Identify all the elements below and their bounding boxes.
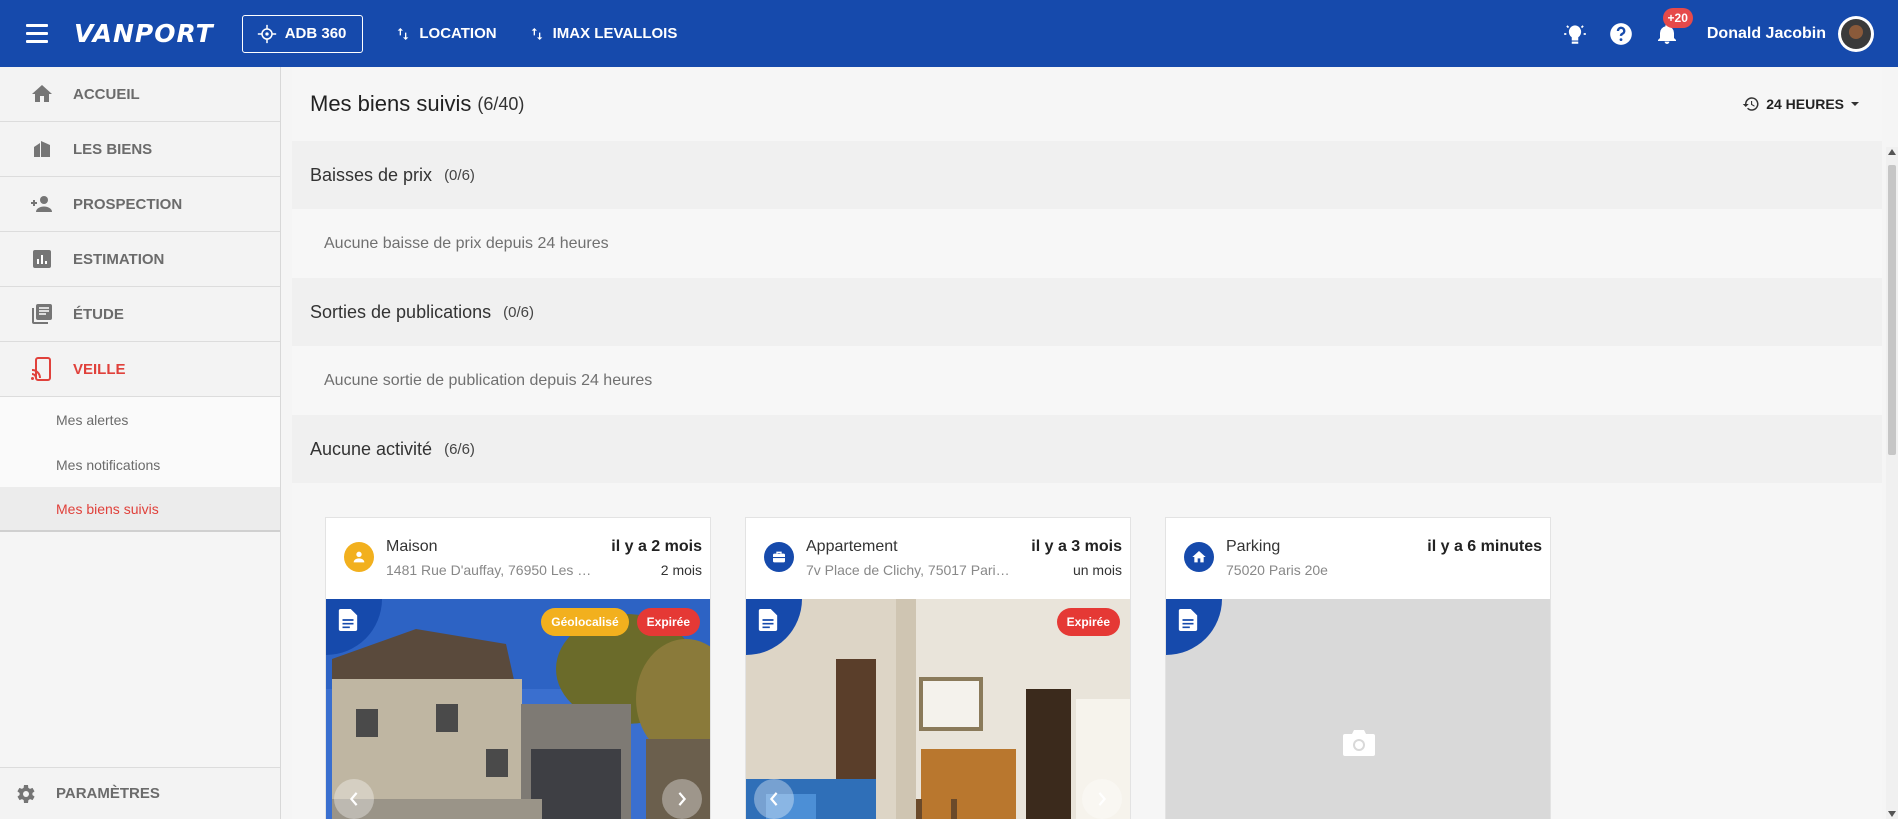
- property-duration: un mois: [1072, 562, 1122, 578]
- expired-badge: Expirée: [1056, 608, 1120, 636]
- notification-count-badge: +20: [1662, 7, 1693, 28]
- swap-vertical-icon: [531, 27, 542, 40]
- chevron-right-icon[interactable]: [1082, 779, 1122, 819]
- agency-button[interactable]: IMAX LEVALLOIS: [529, 25, 678, 42]
- section-count: (0/6): [503, 303, 534, 321]
- person-icon: [344, 542, 374, 572]
- chevron-left-icon[interactable]: [334, 779, 374, 819]
- page-title: Mes biens suivis: [310, 91, 472, 116]
- property-tags: Expirée: [1056, 608, 1120, 636]
- veille-submenu: Mes alertes Mes notifications Mes biens …: [0, 397, 280, 532]
- property-time: il y a 6 minutes: [1427, 538, 1542, 555]
- section-header-baisses-de-prix: Baisses de prix (0/6): [292, 141, 1882, 209]
- sidebar-item-label: VEILLE: [73, 360, 126, 378]
- section-count: (6/6): [444, 440, 475, 458]
- app-logo[interactable]: VANPORT: [74, 19, 214, 48]
- empty-message: Aucune baisse de prix depuis 24 heures: [292, 209, 1882, 278]
- adb-360-label: ADB 360: [284, 25, 347, 42]
- sidebar-item-les-biens[interactable]: LES BIENS: [0, 122, 280, 177]
- property-time: il y a 2 mois: [611, 538, 702, 555]
- scroll-down-arrow[interactable]: [1888, 811, 1896, 817]
- help-icon[interactable]: [1607, 20, 1635, 48]
- property-card-parking[interactable]: Parking il y a 6 minutes 75020 Paris 20e: [1165, 517, 1551, 819]
- property-photo-placeholder: [1166, 599, 1550, 819]
- page-count: (6/40): [477, 93, 525, 114]
- submenu-item-mes-biens-suivis[interactable]: Mes biens suivis: [0, 487, 280, 532]
- main-content: Mes biens suivis (6/40) 24 HEURES Baisse…: [292, 67, 1882, 819]
- chevron-left-icon[interactable]: [754, 779, 794, 819]
- sidebar-item-label: ESTIMATION: [73, 250, 165, 268]
- expired-badge: Expirée: [636, 608, 700, 636]
- empty-message: Aucune sortie de publication depuis 24 h…: [292, 346, 1882, 415]
- property-type: Maison: [386, 538, 438, 555]
- gear-icon: [12, 781, 38, 807]
- sidebar-item-label: ÉTUDE: [73, 305, 124, 323]
- sidebar-item-label: PARAMÈTRES: [56, 785, 160, 802]
- sidebar-item-accueil[interactable]: ACCUEIL: [0, 67, 280, 122]
- property-card-appartement[interactable]: Appartement il y a 3 mois 7v Place de Cl…: [745, 517, 1131, 819]
- home-icon: [29, 81, 55, 107]
- adb-360-button[interactable]: ADB 360: [241, 14, 364, 53]
- camera-icon: [1342, 728, 1376, 763]
- property-card-maison[interactable]: Maison il y a 2 mois 1481 Rue D'auffay, …: [325, 517, 711, 819]
- property-cards: Maison il y a 2 mois 1481 Rue D'auffay, …: [325, 517, 1551, 819]
- location-button[interactable]: LOCATION: [395, 25, 497, 42]
- sidebar: ACCUEIL LES BIENS PROSPECTION ESTIMATION…: [0, 67, 281, 819]
- swap-vertical-icon: [398, 27, 409, 40]
- sidebar-item-label: LES BIENS: [73, 140, 153, 158]
- property-tags: Géolocalisé Expirée: [541, 608, 700, 636]
- period-label: 24 HEURES: [1766, 96, 1844, 112]
- property-time: il y a 3 mois: [1031, 538, 1122, 555]
- hamburger-menu-icon[interactable]: [26, 20, 54, 48]
- section-title: Baisses de prix: [310, 164, 433, 185]
- caret-down-icon: [1851, 102, 1859, 106]
- sidebar-item-label: PROSPECTION: [73, 195, 183, 213]
- agency-label: IMAX LEVALLOIS: [552, 25, 678, 42]
- sidebar-item-estimation[interactable]: ESTIMATION: [0, 232, 280, 287]
- scroll-thumb[interactable]: [1888, 165, 1896, 455]
- history-icon: [1742, 97, 1759, 111]
- property-type: Appartement: [806, 538, 898, 555]
- avatar[interactable]: [1838, 15, 1874, 52]
- chart-icon: [29, 246, 55, 272]
- submenu-item-mes-notifications[interactable]: Mes notifications: [0, 442, 280, 487]
- section-header-sorties-de-publications: Sorties de publications (0/6): [292, 278, 1882, 346]
- cast-icon: [29, 356, 55, 382]
- sidebar-item-parametres[interactable]: PARAMÈTRES: [0, 767, 280, 819]
- notifications-bell-icon[interactable]: +20: [1653, 7, 1693, 48]
- sidebar-item-veille[interactable]: VEILLE: [0, 342, 280, 397]
- lightbulb-icon[interactable]: [1561, 20, 1589, 48]
- person-add-icon: [29, 191, 55, 217]
- sidebar-item-label: ACCUEIL: [73, 85, 140, 103]
- property-duration: 2 mois: [660, 562, 702, 578]
- property-address: 1481 Rue D'auffay, 76950 Les …: [386, 562, 592, 578]
- property-type: Parking: [1226, 538, 1281, 555]
- top-bar: VANPORT ADB 360 LOCATION IMAX LEVALLOIS …: [0, 0, 1898, 67]
- section-title: Aucune activité: [310, 438, 433, 459]
- vertical-scrollbar[interactable]: [1886, 147, 1898, 819]
- section-header-aucune-activite: Aucune activité (6/6): [292, 415, 1882, 483]
- target-icon: [257, 24, 276, 43]
- period-dropdown[interactable]: 24 HEURES: [1742, 95, 1860, 113]
- geolocated-badge: Géolocalisé: [541, 608, 629, 636]
- location-label: LOCATION: [419, 25, 497, 42]
- property-address: 7v Place de Clichy, 75017 Pari…: [806, 562, 1010, 578]
- submenu-item-mes-alertes[interactable]: Mes alertes: [0, 397, 280, 442]
- user-name[interactable]: Donald Jacobin: [1707, 25, 1826, 43]
- sidebar-item-prospection[interactable]: PROSPECTION: [0, 177, 280, 232]
- briefcase-icon: [764, 542, 794, 572]
- scroll-up-arrow[interactable]: [1888, 149, 1896, 155]
- library-icon: [29, 301, 55, 327]
- section-title: Sorties de publications: [310, 301, 492, 322]
- sidebar-item-etude[interactable]: ÉTUDE: [0, 287, 280, 342]
- section-count: (0/6): [444, 166, 475, 184]
- page-header: Mes biens suivis (6/40) 24 HEURES: [292, 67, 1882, 141]
- home-icon: [1184, 542, 1214, 572]
- chevron-right-icon[interactable]: [662, 779, 702, 819]
- buildings-icon: [29, 136, 55, 162]
- property-address: 75020 Paris 20e: [1226, 562, 1328, 578]
